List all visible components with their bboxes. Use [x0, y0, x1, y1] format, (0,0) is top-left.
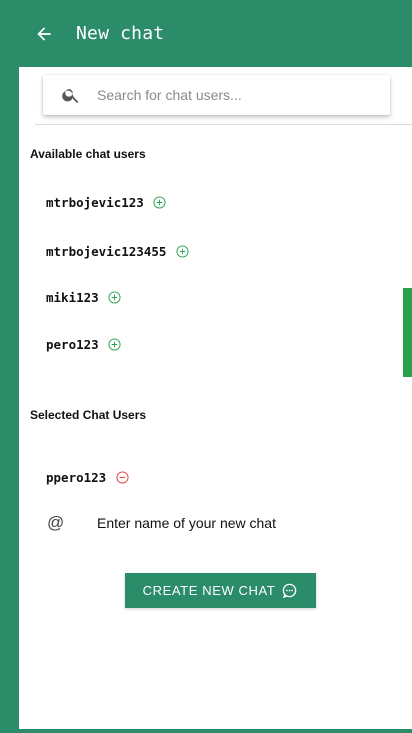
side-drawer-handle[interactable] — [403, 288, 412, 377]
add-circle-icon — [108, 290, 121, 304]
search-bar[interactable] — [43, 75, 390, 115]
available-user-row: pero123 — [46, 336, 123, 352]
user-name: miki123 — [46, 289, 99, 305]
main-content: Available chat users mtrbojevic123 mtrbo… — [19, 67, 412, 729]
available-user-row: mtrbojevic123455 — [46, 243, 190, 259]
bottom-frame-border — [0, 729, 412, 733]
add-user-button[interactable] — [152, 194, 168, 210]
chat-name-input[interactable] — [95, 514, 329, 532]
add-circle-icon — [153, 195, 166, 209]
add-circle-icon — [176, 244, 189, 258]
page-title: New chat — [76, 23, 165, 44]
create-new-chat-button[interactable]: CREATE NEW CHAT — [125, 573, 316, 608]
back-button[interactable] — [24, 14, 64, 54]
add-circle-icon — [108, 337, 121, 351]
app-bar: New chat — [0, 0, 412, 67]
left-frame-border — [0, 67, 19, 733]
remove-user-button[interactable] — [114, 469, 130, 485]
at-icon: @ — [47, 513, 65, 532]
add-user-button[interactable] — [107, 289, 123, 305]
create-button-label: CREATE NEW CHAT — [142, 583, 276, 598]
search-input[interactable] — [95, 86, 359, 104]
available-users-heading: Available chat users — [30, 147, 146, 161]
chat-bubble-icon — [283, 583, 297, 598]
user-name: ppero123 — [46, 469, 107, 485]
arrow-left-icon — [37, 26, 51, 41]
user-name: mtrbojevic123 — [46, 194, 144, 210]
chat-name-field[interactable]: @ — [47, 513, 329, 533]
user-name: pero123 — [46, 336, 99, 352]
search-icon — [62, 89, 79, 103]
selected-users-heading: Selected Chat Users — [30, 408, 147, 422]
user-name: mtrbojevic123455 — [46, 243, 167, 259]
available-user-row: mtrbojevic123 — [46, 194, 168, 210]
add-user-button[interactable] — [107, 336, 123, 352]
selected-user-row: ppero123 — [46, 469, 130, 485]
remove-circle-icon — [116, 470, 129, 484]
search-divider — [35, 124, 412, 125]
available-user-row: miki123 — [46, 289, 123, 305]
add-user-button[interactable] — [174, 243, 190, 259]
